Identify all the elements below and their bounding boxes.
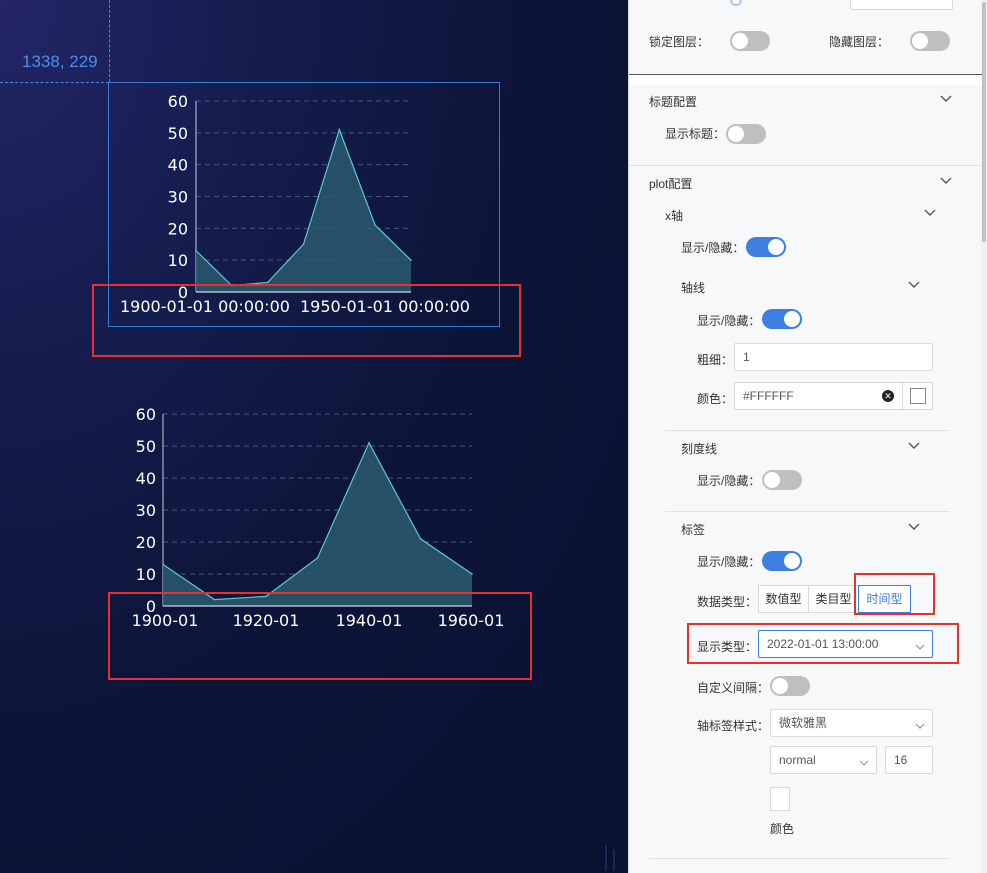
lock-layer-label: 锁定图层：	[649, 35, 710, 49]
y-tick-label: 20	[136, 533, 156, 552]
x-axis-header[interactable]: x轴	[665, 207, 683, 224]
data-point	[471, 573, 473, 575]
scrollbar-thumb[interactable]	[982, 2, 986, 242]
axis-line-show-toggle[interactable]	[762, 309, 802, 329]
data-point	[374, 224, 376, 226]
data-type-category-button[interactable]: 类目型	[808, 585, 859, 613]
lock-layer-toggle[interactable]	[730, 31, 770, 51]
highlight-box-bottom-axis-labels	[108, 592, 532, 680]
y-tick-label: 10	[168, 251, 188, 270]
y-tick-label: 40	[168, 156, 188, 175]
axis-label-style-label: 轴标签样式：	[697, 719, 770, 733]
labels-show-toggle[interactable]	[762, 551, 802, 571]
custom-interval-label: 自定义间隔：	[697, 681, 770, 695]
area-chart-top[interactable]: 01020304050601900-01-01 00:00:00 1950-01-…	[0, 0, 628, 873]
data-point	[162, 563, 164, 566]
top-partial-input[interactable]	[850, 0, 953, 10]
thickness-input[interactable]: 1	[734, 343, 933, 371]
label-color-caption: 颜色	[770, 822, 795, 836]
panel-scrollbar[interactable]	[981, 0, 987, 873]
data-point	[419, 538, 422, 540]
chevron-down-icon[interactable]	[940, 177, 952, 187]
chevron-down-icon[interactable]	[940, 95, 952, 105]
labels-show-label: 显示/隐藏：	[697, 555, 761, 569]
label-color-swatch[interactable]	[770, 787, 790, 811]
y-tick-label: 50	[168, 124, 188, 143]
hide-layer-label: 隐藏图层：	[829, 35, 890, 49]
design-canvas[interactable]: 1338, 229 0 10 20 30 40 50 60 1900-01-01 00:00:…	[0, 0, 628, 873]
custom-interval-toggle[interactable]	[770, 676, 810, 696]
axis-line-header[interactable]: 轴线	[681, 279, 705, 296]
labels-header[interactable]: 标签	[681, 521, 705, 538]
highlight-box-time-type	[854, 573, 935, 615]
x-axis-show-toggle[interactable]	[746, 237, 786, 257]
x-axis-show-label: 显示/隐藏：	[681, 241, 745, 255]
y-tick-label: 20	[168, 219, 188, 238]
data-point	[302, 243, 305, 246]
y-tick-label: 30	[136, 501, 156, 520]
data-type-numeric-button[interactable]: 数值型	[758, 585, 809, 613]
show-title-toggle[interactable]	[726, 124, 766, 144]
section-divider	[629, 165, 982, 166]
data-point	[316, 557, 319, 559]
font-family-select[interactable]: 微软雅黑	[770, 709, 933, 737]
color-label: 颜色：	[697, 392, 734, 406]
tick-line-show-label: 显示/隐藏：	[697, 474, 761, 488]
chevron-down-icon[interactable]	[908, 442, 920, 452]
y-tick-label: 60	[136, 405, 156, 424]
chevron-down-icon[interactable]	[924, 209, 936, 219]
axis-line-show-label: 显示/隐藏：	[697, 314, 761, 328]
y-tick-label: 50	[136, 437, 156, 456]
chevron-down-icon[interactable]	[915, 719, 925, 729]
tick-line-header[interactable]: 刻度线	[681, 440, 717, 457]
color-input[interactable]: #FFFFFF	[734, 382, 903, 410]
chevron-down-icon[interactable]	[859, 756, 869, 766]
chevron-down-icon[interactable]	[908, 523, 920, 533]
y-tick-label: 30	[168, 188, 188, 207]
font-size-input[interactable]: 16	[885, 746, 933, 774]
show-title-label: 显示标题：	[665, 127, 726, 141]
data-point	[338, 128, 341, 131]
color-swatch-button[interactable]	[902, 382, 933, 410]
section-bg-white	[629, 75, 982, 85]
y-tick-label: 60	[168, 92, 188, 111]
area-fill	[196, 129, 411, 292]
section-divider	[665, 430, 950, 431]
data-point	[368, 442, 370, 444]
clear-icon[interactable]: ✕	[882, 390, 894, 402]
data-point	[195, 249, 197, 252]
thickness-label: 粗细：	[697, 353, 734, 367]
data-point	[410, 259, 412, 261]
tick-line-show-toggle[interactable]	[762, 470, 802, 490]
hide-layer-toggle[interactable]	[910, 31, 950, 51]
data-point	[266, 281, 269, 284]
highlight-box-display-type	[687, 623, 959, 664]
data-type-label: 数据类型：	[697, 595, 758, 609]
decorative-lines	[605, 845, 615, 871]
y-tick-label: 40	[136, 469, 156, 488]
area-fill	[163, 442, 472, 606]
chevron-down-icon[interactable]	[908, 281, 920, 291]
highlight-box-top-axis-labels	[92, 284, 521, 357]
config-panel: 锁定图层： 隐藏图层： 标题配置 显示标题： plot配置 x轴 显示/隐藏： …	[628, 0, 987, 873]
section-divider	[649, 858, 950, 859]
title-config-header[interactable]: 标题配置	[649, 93, 697, 110]
plot-config-header[interactable]: plot配置	[649, 175, 692, 192]
opacity-slider-handle[interactable]	[730, 0, 742, 6]
y-tick-label: 10	[136, 565, 156, 584]
section-divider	[665, 511, 950, 512]
